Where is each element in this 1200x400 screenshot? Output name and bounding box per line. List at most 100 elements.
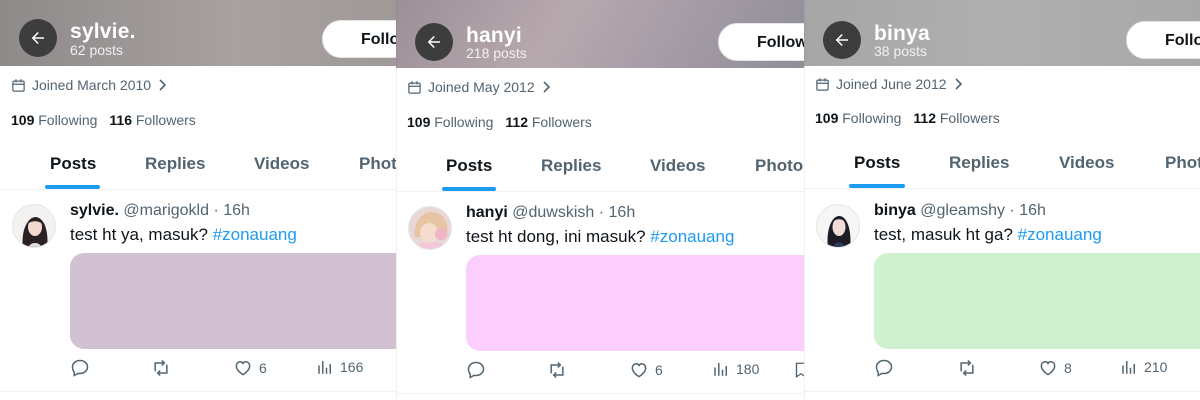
panel-divider [804,0,805,400]
bookmark-icon [795,362,804,379]
tweet[interactable]: sylvie. @marigokld · 16h test ht ya, mas… [0,196,396,396]
joined-date[interactable]: Joined March 2010 [11,77,167,93]
views-icon [714,363,727,376]
tweet-author-name[interactable]: sylvie. [70,202,119,219]
like-icon [631,362,647,378]
tweet-author-handle[interactable]: @gleamshy [920,202,1005,219]
header-display-name: sylvie. [70,20,136,43]
tab-replies[interactable]: Replies [949,153,1009,173]
tab-photos[interactable]: Photos [359,154,396,174]
followers-label: Followers [939,110,1000,126]
follow-button[interactable]: Follow [1126,21,1200,59]
tweet-meta-separator: · [209,202,224,219]
tweet-time[interactable]: 16h [223,202,250,219]
header-post-count: 62 posts [70,42,123,58]
follow-button[interactable]: Follow [322,20,396,58]
following-link[interactable]: 109 Following [11,112,97,128]
tweet-text: test ht dong, ini masuk? #zonauang [466,227,734,247]
tweet-hashtag[interactable]: #zonauang [650,227,734,246]
followers-count: 112 [505,114,528,130]
tweet-hashtag[interactable]: #zonauang [1018,225,1102,244]
tweet-author-name[interactable]: binya [874,202,916,219]
following-link[interactable]: 109 Following [407,114,493,130]
follow-counts: 109 Following 112 Followers [815,110,1000,126]
followers-link[interactable]: 112 Followers [913,110,999,126]
views-button[interactable]: 180 [712,360,759,378]
followers-link[interactable]: 112 Followers [505,114,591,130]
tweet-hashtag[interactable]: #zonauang [213,225,297,244]
tab-posts[interactable]: Posts [854,153,900,173]
bookmark-button[interactable] [792,360,804,380]
joined-date[interactable]: Joined June 2012 [815,76,963,92]
tab-replies[interactable]: Replies [541,156,601,176]
like-button[interactable]: 6 [233,358,267,378]
tweet-author-handle[interactable]: @duwskish [512,204,594,221]
like-button[interactable]: 6 [629,360,663,380]
tweet-author-handle[interactable]: @marigokld [123,202,209,219]
back-button[interactable] [415,23,453,61]
reply-button[interactable] [70,358,90,378]
like-icon [235,360,251,376]
tweet-body: test, masuk ht ga? [874,225,1013,244]
views-icon [318,361,331,374]
follow-button[interactable]: Follow [718,23,804,61]
views-button[interactable]: 166 [316,358,363,376]
profile-tabs: Posts Replies Videos Photos [396,142,804,192]
views-button[interactable]: 210 [1120,358,1167,376]
joined-text: Joined March 2010 [32,77,152,93]
tab-videos[interactable]: Videos [1059,153,1114,173]
following-link[interactable]: 109 Following [815,110,901,126]
repost-icon [550,361,564,379]
chevron-right-icon [159,79,167,91]
like-count: 8 [1064,360,1072,376]
tab-photos[interactable]: Photos [755,156,804,176]
tweet-media[interactable] [874,253,1200,349]
avatar[interactable] [12,204,56,248]
followers-link[interactable]: 116 Followers [109,112,195,128]
reply-icon [467,361,485,379]
joined-text: Joined May 2012 [428,79,535,95]
tab-replies[interactable]: Replies [145,154,205,174]
profile-header: hanyi 218 posts Follow [396,0,804,68]
repost-button[interactable] [150,358,172,378]
panel-divider [396,0,397,400]
tweet-meta-separator: · [594,204,609,221]
following-count: 109 [407,114,431,130]
reply-button[interactable] [466,360,486,380]
avatar-image [13,205,55,247]
tweet-actions: 8 210 [874,356,1200,380]
avatar[interactable] [816,204,860,248]
views-count: 180 [736,361,760,377]
joined-date[interactable]: Joined May 2012 [407,79,551,95]
tweet-media[interactable] [70,253,396,349]
tab-posts[interactable]: Posts [446,156,492,176]
profile-panel-hanyi: hanyi 218 posts Follow Joined May 2012 1… [396,0,804,400]
tweet[interactable]: binya @gleamshy · 16h test, masuk ht ga?… [804,196,1200,396]
tweet-author-name[interactable]: hanyi [466,204,508,221]
back-button[interactable] [19,19,57,57]
tweet-header: sylvie. @marigokld · 16h [70,202,250,220]
chevron-right-icon [543,81,550,93]
reply-button[interactable] [874,358,894,378]
following-count: 109 [815,110,839,126]
repost-button[interactable] [546,360,568,380]
views-count: 166 [340,359,364,375]
tab-videos[interactable]: Videos [254,154,309,174]
repost-icon [960,359,974,377]
calendar-icon [12,78,25,92]
tweet[interactable]: hanyi @duwskish · 16h test ht dong, ini … [396,198,804,398]
active-tab-indicator [442,187,496,191]
like-button[interactable]: 8 [1038,358,1072,378]
tweet-time[interactable]: 16h [609,204,636,221]
back-button[interactable] [823,21,861,59]
screenshot-strip: sylvie. 62 posts Follow Joined March 201… [0,0,1200,400]
tab-photos[interactable]: Photos [1165,153,1200,173]
back-arrow-icon [835,34,848,46]
avatar[interactable] [408,206,452,250]
tweet-header: hanyi @duwskish · 16h [466,204,635,222]
tweet-time[interactable]: 16h [1019,202,1046,219]
tweet-media[interactable] [466,255,804,351]
tab-videos[interactable]: Videos [650,156,705,176]
repost-button[interactable] [956,358,978,378]
tab-posts[interactable]: Posts [50,154,96,174]
